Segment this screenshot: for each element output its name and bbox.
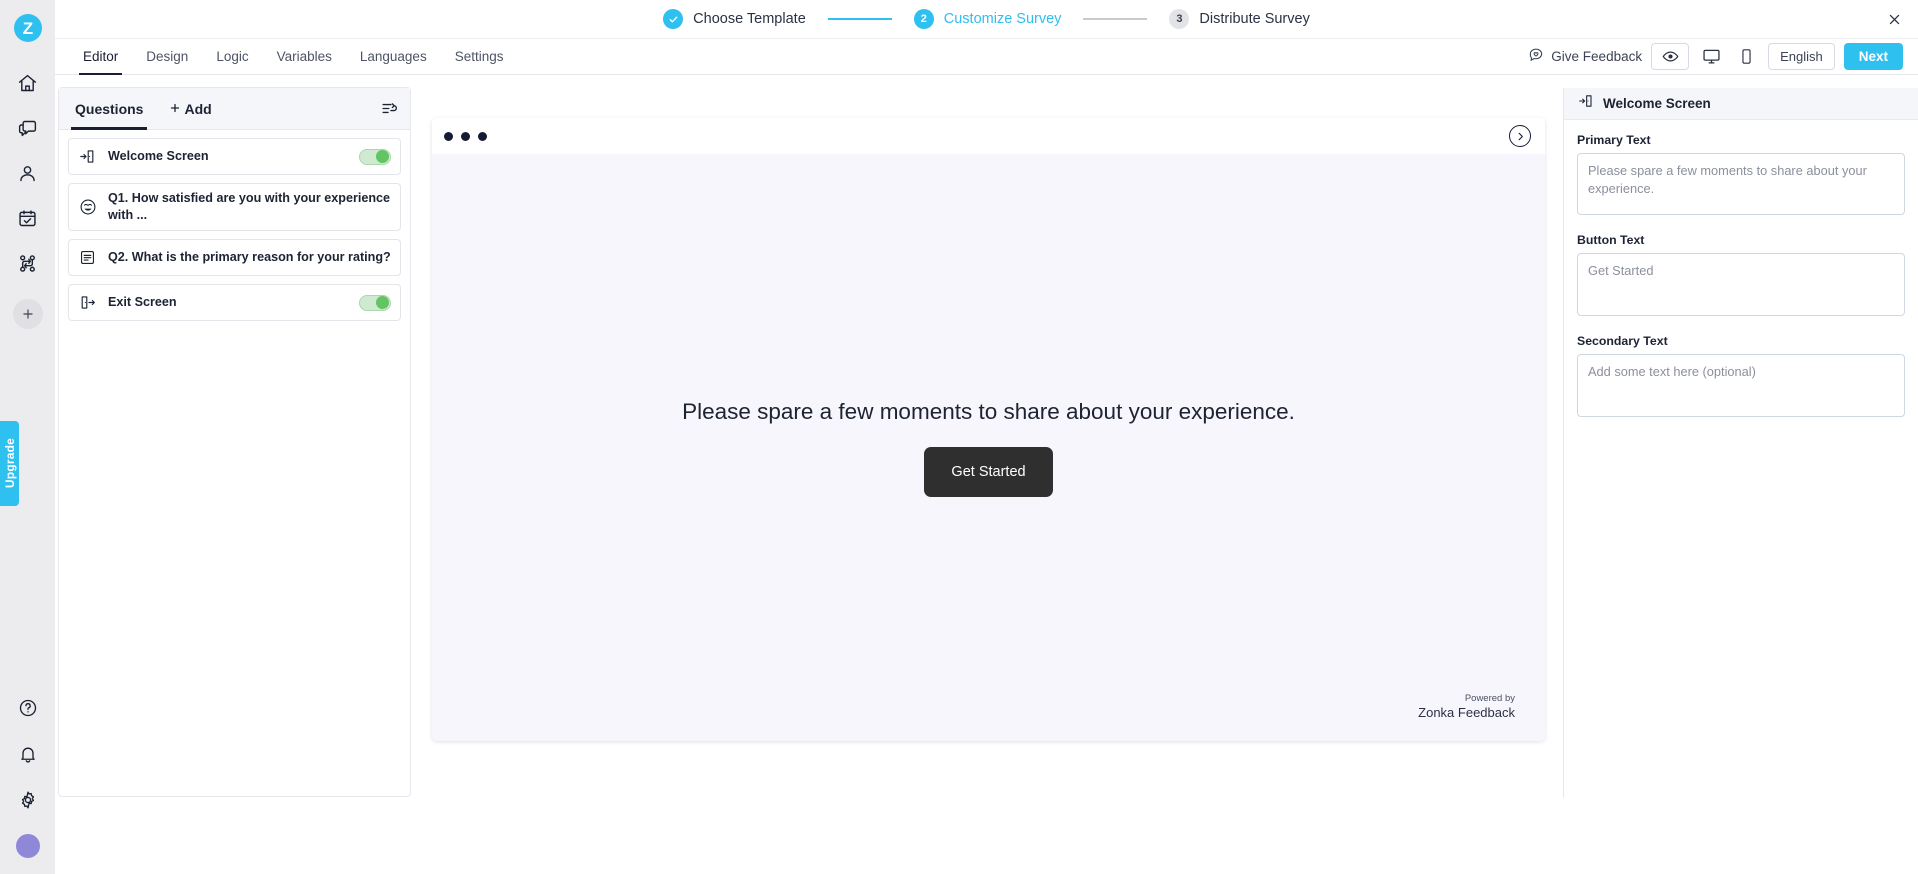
preview-eye-icon[interactable]: [1651, 43, 1690, 70]
step-choose-template[interactable]: Choose Template: [663, 9, 806, 29]
step-3-number: 3: [1169, 9, 1190, 29]
stepper: Choose Template 2 Customize Survey 3 Dis…: [663, 9, 1310, 29]
step-3-label: Distribute Survey: [1199, 11, 1310, 27]
tab-variables[interactable]: Variables: [263, 38, 346, 75]
tab-settings[interactable]: Settings: [441, 38, 518, 75]
powered-by-brand-label: Zonka Feedback: [1418, 704, 1515, 720]
add-question-label: Add: [184, 100, 212, 117]
settings-panel-body: Primary Text Button Text Secondary Text: [1564, 120, 1918, 422]
workflows-branch-icon[interactable]: [6, 241, 50, 285]
powered-by-small-label: Powered by: [1464, 692, 1515, 704]
field-button-text: Button Text: [1577, 233, 1905, 321]
question-label: Exit Screen: [108, 295, 177, 309]
question-item-q1[interactable]: Q1. How satisfied are you with your expe…: [68, 183, 401, 231]
questions-list: Welcome Screen Q1. How satisfied are you…: [59, 130, 410, 329]
upgrade-label: Upgrade: [2, 438, 17, 489]
plus-icon: [169, 101, 181, 117]
button-text-input[interactable]: [1577, 253, 1905, 316]
step-connector-1: [827, 18, 892, 20]
inbox-chat-icon[interactable]: [6, 106, 50, 150]
long-text-icon: [78, 249, 97, 266]
step-connector-2: [1083, 18, 1148, 20]
language-selector[interactable]: English: [1768, 43, 1835, 70]
close-icon[interactable]: [1880, 5, 1908, 33]
settings-gear-icon[interactable]: [6, 778, 50, 822]
reorder-questions-icon[interactable]: [381, 100, 398, 117]
question-item-welcome-screen[interactable]: Welcome Screen: [68, 138, 401, 175]
feedback-heart-chat-icon: [1528, 47, 1544, 66]
preview-welcome-screen: Please spare a few moments to share abou…: [432, 154, 1545, 741]
questions-panel-header: Questions Add: [59, 88, 410, 130]
next-button[interactable]: Next: [1843, 43, 1903, 70]
welcome-screen-settings-panel: Welcome Screen Primary Text Button Text …: [1563, 88, 1918, 798]
give-feedback-label: Give Feedback: [1551, 49, 1643, 64]
question-item-q2[interactable]: Q2. What is the primary reason for your …: [68, 239, 401, 276]
question-label: Q1. How satisfied are you with your expe…: [108, 191, 391, 222]
step-2-number: 2: [913, 9, 934, 29]
questions-panel: Questions Add Welcome Screen Q1. How sat…: [58, 87, 411, 797]
secondary-text-label: Secondary Text: [1577, 334, 1668, 348]
tasks-calendar-check-icon[interactable]: [6, 196, 50, 240]
user-avatar[interactable]: [15, 834, 40, 858]
tab-design[interactable]: Design: [132, 38, 202, 75]
smiley-rating-icon: [78, 198, 97, 216]
settings-panel-title: Welcome Screen: [1603, 96, 1711, 111]
mobile-preview-icon[interactable]: [1733, 43, 1759, 70]
editor-tab-strip: Editor Design Logic Variables Languages …: [55, 38, 517, 75]
field-secondary-text: Secondary Text: [1577, 334, 1905, 422]
field-primary-text: Primary Text: [1577, 133, 1905, 220]
desktop-preview-icon[interactable]: [1698, 43, 1724, 70]
powered-by-branding: Powered by Zonka Feedback: [1418, 693, 1515, 721]
preview-next-chevron-icon[interactable]: [1509, 125, 1531, 147]
preview-get-started-button[interactable]: Get Started: [924, 446, 1053, 497]
welcome-screen-icon: [78, 148, 97, 165]
toolbar-actions: Give Feedback English Next: [1528, 43, 1918, 70]
tab-languages[interactable]: Languages: [346, 38, 441, 75]
question-label: Welcome Screen: [108, 149, 209, 163]
primary-text-input[interactable]: [1577, 153, 1905, 215]
window-dot-2: [461, 131, 470, 141]
rail-add-button[interactable]: [12, 299, 43, 329]
button-text-label: Button Text: [1577, 233, 1645, 247]
questions-tab[interactable]: Questions: [71, 88, 148, 130]
editor-toolbar: Editor Design Logic Variables Languages …: [55, 38, 1918, 75]
help-question-icon[interactable]: [6, 686, 50, 730]
question-label: Q2. What is the primary reason for your …: [108, 250, 391, 264]
step-customize-survey[interactable]: 2 Customize Survey: [913, 9, 1062, 29]
welcome-screen-toggle[interactable]: [359, 148, 391, 165]
contacts-person-icon[interactable]: [6, 151, 50, 195]
svg-text:Z: Z: [22, 19, 32, 38]
zonka-logo[interactable]: Z: [11, 11, 45, 45]
home-icon[interactable]: [6, 61, 50, 105]
tab-editor[interactable]: Editor: [69, 38, 132, 75]
step-distribute-survey[interactable]: 3 Distribute Survey: [1169, 9, 1310, 29]
secondary-text-input[interactable]: [1577, 354, 1905, 417]
rail-bottom-group: [0, 686, 55, 858]
notifications-bell-icon[interactable]: [6, 732, 50, 776]
tab-logic[interactable]: Logic: [202, 38, 262, 75]
exit-screen-icon: [78, 294, 97, 311]
preview-window-chrome: [432, 118, 1545, 154]
preview-primary-text: Please spare a few moments to share abou…: [682, 398, 1295, 424]
step-2-label: Customize Survey: [943, 11, 1062, 27]
top-stepper-bar: Choose Template 2 Customize Survey 3 Dis…: [55, 0, 1918, 38]
upgrade-button[interactable]: Upgrade: [0, 421, 19, 506]
exit-screen-toggle[interactable]: [359, 294, 391, 311]
rail-nav-group: [6, 61, 50, 285]
step-1-label: Choose Template: [693, 11, 806, 27]
give-feedback-button[interactable]: Give Feedback: [1528, 47, 1642, 66]
window-dot-3: [478, 131, 487, 141]
welcome-screen-icon: [1578, 93, 1594, 114]
step-1-check-icon: [663, 9, 684, 29]
settings-panel-header: Welcome Screen: [1564, 88, 1918, 120]
question-item-exit-screen[interactable]: Exit Screen: [68, 284, 401, 321]
survey-preview-canvas: Please spare a few moments to share abou…: [432, 118, 1545, 741]
add-question-button[interactable]: Add: [169, 100, 212, 117]
left-nav-rail: Z Upgrade: [0, 0, 55, 874]
window-dot-1: [444, 131, 453, 141]
primary-text-label: Primary Text: [1577, 133, 1651, 147]
